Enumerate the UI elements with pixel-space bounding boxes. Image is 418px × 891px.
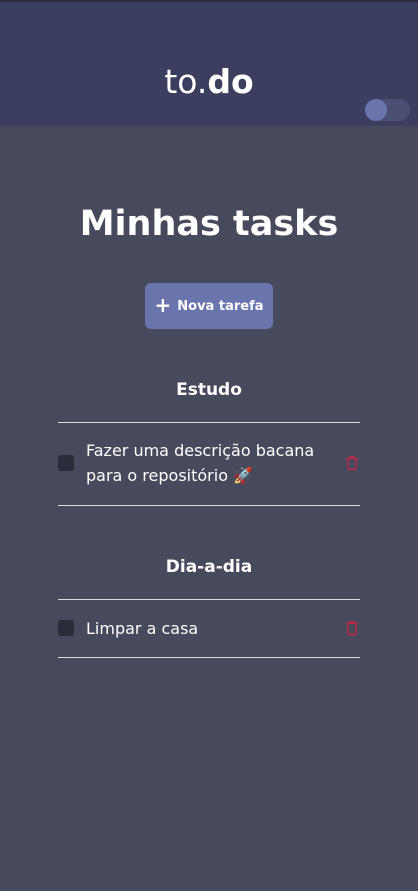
task-text: Fazer uma descrição bacana para o reposi… (86, 441, 315, 485)
section-title-dia-a-dia: Dia-a-dia (165, 557, 253, 577)
task-text: Limpar a casa (86, 619, 199, 638)
new-task-button[interactable]: + Nova tarefa (145, 283, 273, 329)
app-logo: to.do (0, 60, 418, 104)
plus-icon: + (154, 293, 172, 317)
section-divider (58, 599, 360, 600)
trash-icon[interactable] (344, 455, 360, 471)
theme-toggle-knob (365, 99, 387, 121)
section-title-estudo: Estudo (176, 380, 242, 400)
section-divider (58, 422, 360, 423)
trash-icon[interactable] (344, 620, 360, 636)
task-checkbox[interactable] (58, 620, 74, 636)
section-divider (58, 505, 360, 506)
page-title: Minhas tasks (79, 204, 339, 244)
task-checkbox[interactable] (58, 455, 74, 471)
new-task-button-label: Nova tarefa (177, 298, 264, 314)
theme-toggle[interactable] (365, 99, 410, 121)
logo-text-light: to. (164, 62, 208, 101)
section-divider (58, 657, 360, 658)
task-item: Fazer uma descrição bacana para o reposi… (58, 438, 360, 490)
task-item: Limpar a casa (58, 616, 360, 642)
app-header: to.do (0, 2, 418, 126)
logo-text-bold: do (207, 62, 254, 101)
